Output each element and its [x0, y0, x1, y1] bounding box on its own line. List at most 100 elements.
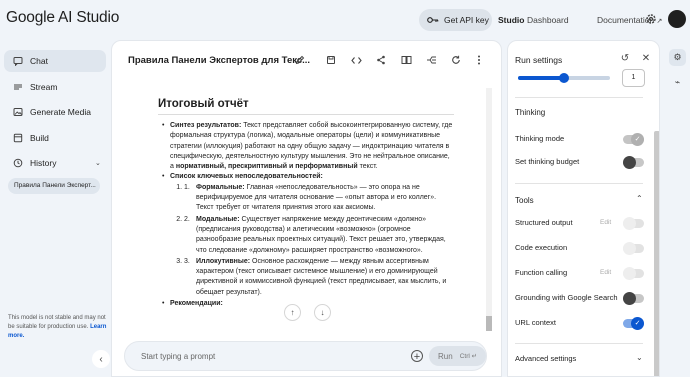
slider-thumb[interactable]	[559, 73, 569, 83]
thinking-section-title: Thinking	[515, 108, 546, 117]
list-item: Список ключевых непоследовательностей: 1…	[158, 172, 454, 298]
settings-scrollbar[interactable]	[654, 131, 659, 376]
list-item: 1.Формальные: Главная «непоследовательно…	[184, 183, 454, 214]
app-logo[interactable]: Google AI Studio	[6, 9, 119, 27]
nav-dashboard[interactable]: Dashboard	[527, 15, 569, 25]
edit-title-icon[interactable]	[294, 54, 306, 66]
slider-fill	[518, 76, 564, 80]
function-calling-toggle[interactable]	[623, 267, 644, 280]
function-calling-edit[interactable]: Edit	[600, 269, 611, 276]
chat-title[interactable]: Правила Панели Экспертов для Текс...	[128, 55, 310, 66]
url-context-toggle[interactable]: ✓	[623, 317, 644, 330]
toggle-knob	[623, 156, 636, 169]
run-settings-panel: Run settings ↺ ✕ 1 Thinking Thinking mod…	[507, 40, 660, 377]
get-api-key-button[interactable]: Get API key	[419, 9, 492, 31]
scroll-down-button[interactable]: ↓	[314, 304, 331, 321]
report-list: Синтез результатов: Текст представляет с…	[158, 121, 454, 310]
sidebar-item-label: Stream	[30, 81, 58, 92]
advanced-settings-label[interactable]: Advanced settings	[515, 354, 576, 363]
chevron-down-icon[interactable]: ⌄	[636, 353, 643, 362]
divider	[515, 97, 643, 98]
refresh-icon[interactable]	[450, 54, 462, 66]
collapse-sidebar-button[interactable]: ‹	[92, 350, 110, 368]
tune-icon[interactable]: ⚙	[669, 49, 686, 66]
prompt-box[interactable]: Start typing a prompt + Run Ctrl ↵	[124, 341, 487, 371]
thinking-mode-toggle[interactable]: ✓	[623, 133, 644, 146]
arrow-up-icon: ↑	[290, 308, 295, 317]
chat-scrollbar[interactable]	[486, 88, 492, 331]
sidebar-item-label: Build	[30, 132, 49, 143]
reset-icon[interactable]: ↺	[619, 53, 631, 65]
run-shortcut: Ctrl ↵	[460, 352, 477, 360]
external-link-icon: ↗	[656, 18, 663, 25]
nav-studio[interactable]: Studio	[498, 15, 524, 25]
chart-icon[interactable]: ⌁	[669, 74, 686, 91]
history-icon	[13, 158, 23, 168]
code-execution-label: Code execution	[515, 243, 568, 252]
list-item: 3.Иллокутивные: Основное расхождение — м…	[184, 257, 454, 298]
close-icon[interactable]: ✕	[640, 53, 652, 65]
check-icon: ✓	[631, 133, 644, 146]
avatar[interactable]	[668, 10, 686, 28]
thinking-mode-label: Thinking mode	[515, 134, 565, 143]
run-shortcut-key: Ctrl	[459, 353, 470, 360]
branch-icon[interactable]	[425, 54, 437, 66]
build-icon	[13, 133, 23, 143]
media-icon	[13, 107, 23, 117]
divider	[515, 183, 643, 184]
key-icon	[427, 17, 439, 23]
synthesis-label: Синтез результатов:	[170, 122, 242, 129]
compare-icon[interactable]	[400, 54, 412, 66]
sidebar: Chat Stream Generate Media Build History…	[0, 50, 110, 178]
sidebar-item-stream[interactable]: Stream	[4, 76, 106, 98]
sidebar-item-label: History	[30, 158, 57, 168]
temperature-slider[interactable]	[518, 73, 610, 83]
list-item: 2.Модальные: Существует напряжение между…	[184, 215, 454, 256]
thinking-budget-toggle[interactable]	[623, 156, 644, 169]
code-icon[interactable]	[350, 54, 362, 66]
sidebar-item-label: Chat	[30, 56, 48, 66]
sidebar-item-history[interactable]: History ⌄	[4, 152, 106, 174]
prompt-input[interactable]: Start typing a prompt	[141, 352, 215, 361]
share-icon[interactable]	[375, 54, 387, 66]
check-icon: ✓	[631, 317, 644, 330]
structured-output-label: Structured output	[515, 218, 573, 227]
save-icon[interactable]	[325, 54, 337, 66]
function-calling-label: Function calling	[515, 268, 568, 277]
add-attachment-button[interactable]: +	[411, 350, 423, 363]
enter-icon: ↵	[471, 353, 478, 360]
settings-gear-icon[interactable]	[645, 13, 657, 25]
scroll-up-button[interactable]: ↑	[284, 304, 301, 321]
chat-panel: Правила Панели Экспертов для Текс... Ито…	[111, 40, 502, 377]
item-label: Иллокутивные:	[196, 257, 251, 265]
item-number: 3.	[184, 257, 190, 265]
chevron-left-icon: ‹	[99, 353, 103, 365]
thinking-budget-label: Set thinking budget	[515, 157, 580, 166]
grounding-toggle[interactable]	[623, 292, 644, 305]
run-button[interactable]: Run Ctrl ↵	[429, 346, 486, 366]
divider	[515, 343, 643, 344]
structured-output-edit[interactable]: Edit	[600, 219, 611, 226]
sidebar-item-generate-media[interactable]: Generate Media	[4, 101, 106, 123]
chat-icon	[13, 56, 23, 66]
toggle-knob	[623, 267, 636, 280]
chevron-down-icon[interactable]: ⌄	[95, 159, 101, 167]
toggle-knob	[623, 242, 636, 255]
toggle-knob	[623, 292, 636, 305]
inconsistency-list-label: Список ключевых непоследовательностей:	[170, 173, 323, 181]
temperature-input[interactable]: 1	[622, 69, 645, 87]
url-context-label: URL context	[515, 318, 556, 327]
model-disclaimer: This model is not stable and may not be …	[8, 314, 108, 341]
scrollbar-thumb[interactable]	[486, 316, 492, 331]
toggle-knob	[623, 217, 636, 230]
chevron-up-icon[interactable]: ⌃	[636, 194, 643, 203]
sidebar-item-build[interactable]: Build	[4, 127, 106, 149]
structured-output-toggle[interactable]	[623, 217, 644, 230]
more-options-icon[interactable]	[473, 54, 485, 66]
settings-title: Run settings	[515, 55, 563, 65]
get-api-key-label: Get API key	[444, 15, 489, 25]
code-execution-toggle[interactable]	[623, 242, 644, 255]
item-number: 1.	[184, 183, 190, 191]
sidebar-item-chat[interactable]: Chat	[4, 50, 106, 72]
history-entry[interactable]: Правила Панели Эксперт...	[8, 178, 100, 194]
